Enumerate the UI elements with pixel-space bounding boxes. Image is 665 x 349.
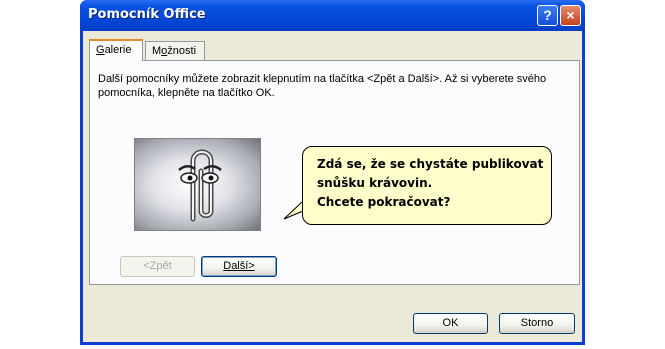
paperclip-icon: [178, 149, 222, 222]
assistant-dialog: Pomocník Office ? × Galerie Možnosti Dal…: [80, 0, 585, 345]
bubble-line-2: snůšku krávovin.: [317, 176, 433, 190]
back-button[interactable]: <Zpět: [120, 256, 195, 277]
tab-moznosti-label-rest: žnosti: [167, 45, 197, 57]
bubble-line-3: Chcete pokračovat?: [317, 195, 451, 209]
tab-galerie[interactable]: Galerie: [89, 39, 143, 61]
help-button[interactable]: ?: [537, 5, 558, 26]
gallery-description: Další pomocníky můžete zobrazit klepnutí…: [98, 73, 547, 99]
tab-galerie-label-rest: alerie: [104, 44, 132, 56]
tab-moznosti[interactable]: Možnosti: [145, 41, 205, 60]
bubble-line-1: Zdá se, že se chystáte publikovat: [317, 157, 544, 171]
next-button-label: Další>: [223, 260, 255, 272]
dialog-client: Galerie Možnosti Další pomocníky můžete …: [83, 31, 582, 342]
window-title: Pomocník Office: [88, 7, 206, 22]
speech-bubble: Zdá se, že se chystáte publikovat snůšku…: [302, 146, 552, 225]
gallery-panel: Další pomocníky můžete zobrazit klepnutí…: [89, 60, 580, 285]
paperclip-assistant-image: [134, 138, 261, 231]
tab-galerie-mnemonic: G: [96, 44, 105, 56]
ok-button[interactable]: OK: [413, 313, 488, 334]
cancel-button[interactable]: Storno: [499, 313, 575, 334]
tab-moznosti-label-start: M: [152, 45, 162, 57]
next-button[interactable]: Další>: [201, 256, 277, 277]
title-bar[interactable]: Pomocník Office ? ×: [80, 0, 585, 31]
close-button[interactable]: ×: [560, 5, 581, 26]
